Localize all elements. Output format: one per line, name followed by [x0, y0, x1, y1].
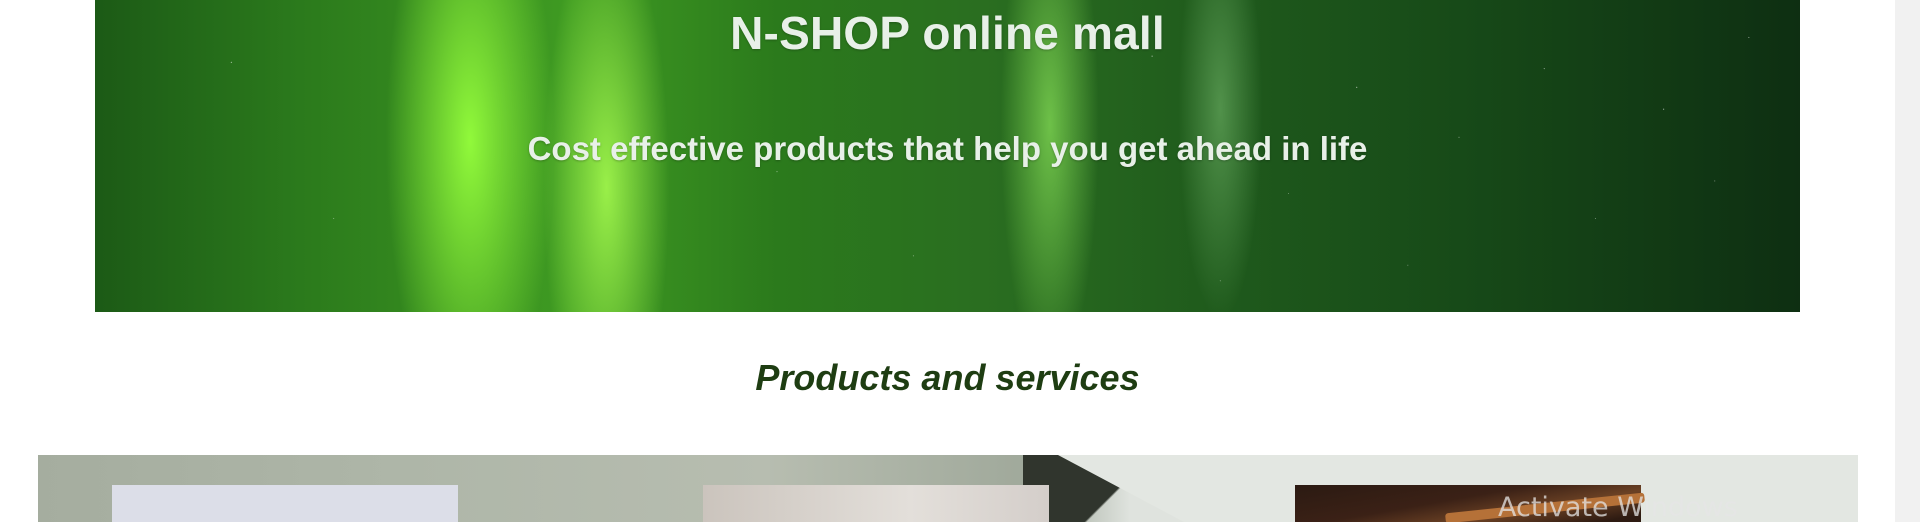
- windows-activation-watermark: Activate Windows: [1498, 492, 1738, 522]
- product-card-1[interactable]: [112, 485, 458, 522]
- product-card-2[interactable]: [703, 485, 1049, 522]
- vertical-scrollbar[interactable]: [1895, 0, 1920, 522]
- hero-banner: N-SHOP online mall Cost effective produc…: [95, 0, 1800, 312]
- products-heading: Products and services: [755, 357, 1140, 398]
- hero-subtitle: Cost effective products that help you ge…: [527, 130, 1368, 167]
- hero-title: N-SHOP online mall: [730, 7, 1165, 59]
- page: N-SHOP online mall Cost effective produc…: [0, 0, 1920, 522]
